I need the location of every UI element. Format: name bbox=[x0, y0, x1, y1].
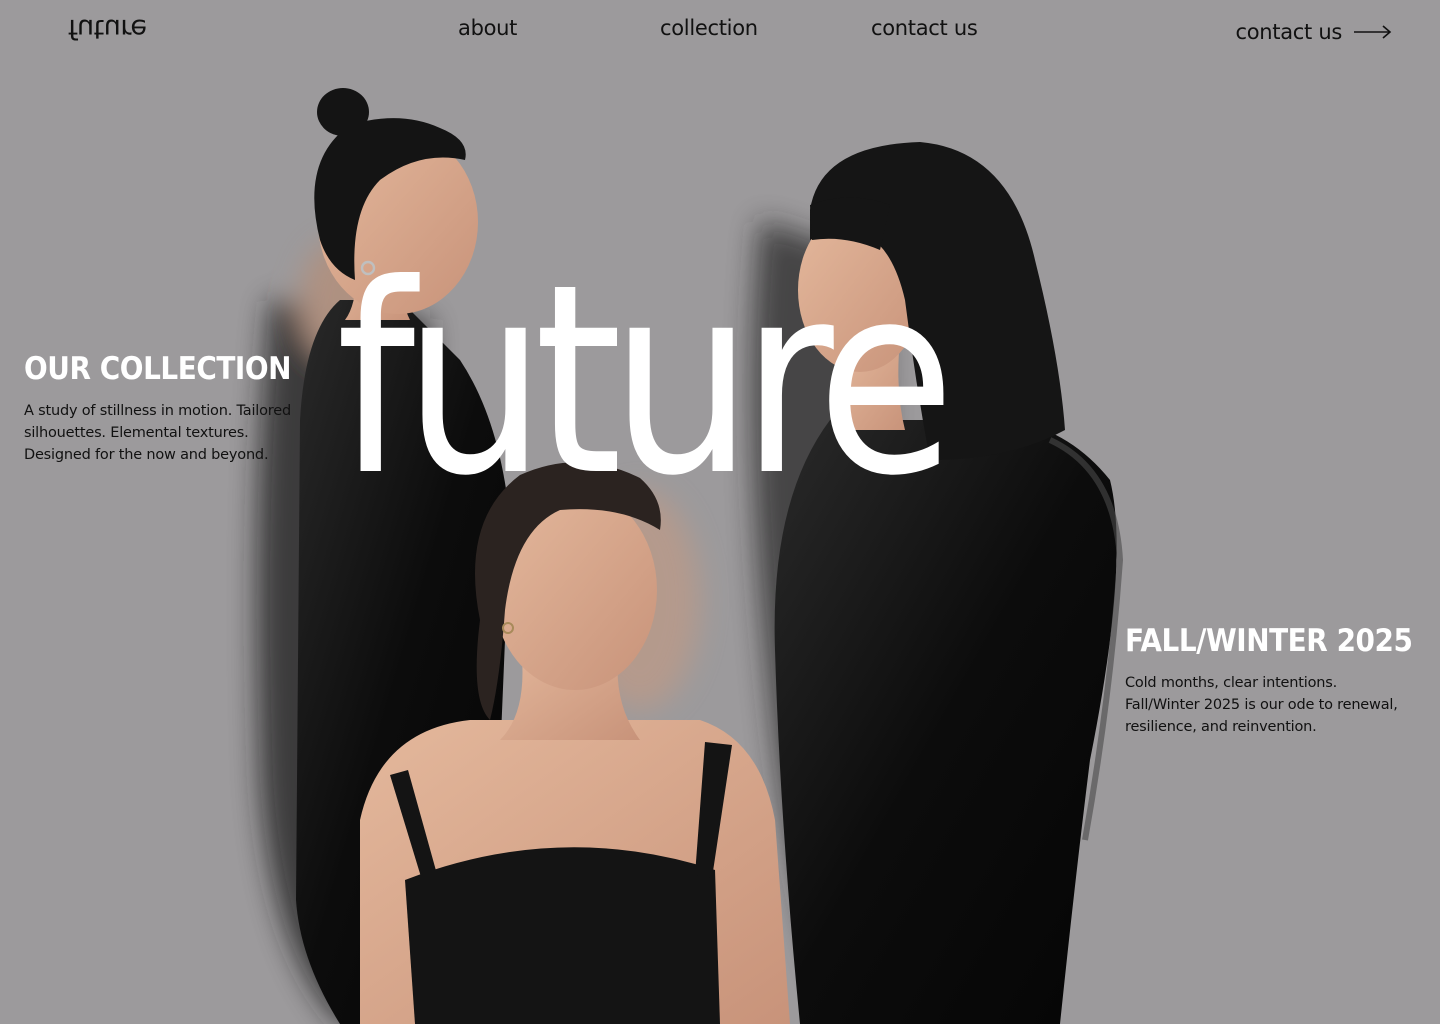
hero-headline: future bbox=[336, 228, 955, 533]
nav-about[interactable]: about bbox=[458, 18, 517, 39]
season-description: Cold months, clear intentions. Fall/Wint… bbox=[1125, 675, 1398, 736]
figure-middle-top bbox=[405, 847, 720, 1024]
contact-us-button[interactable]: contact us bbox=[1235, 20, 1392, 44]
collection-intro: OUR COLLECTION A study of stillness in m… bbox=[24, 352, 304, 466]
collection-description: A study of stillness in motion. Tailored… bbox=[24, 403, 291, 464]
season-title: FALL/WINTER 2025 bbox=[1125, 623, 1413, 659]
collection-title: OUR COLLECTION bbox=[24, 351, 292, 387]
arrow-right-icon bbox=[1354, 25, 1392, 39]
contact-us-label: contact us bbox=[1235, 20, 1342, 44]
nav-contact-us[interactable]: contact us bbox=[871, 18, 978, 39]
logo[interactable]: future bbox=[68, 13, 146, 44]
season-intro: FALL/WINTER 2025 Cold months, clear inte… bbox=[1125, 624, 1415, 738]
nav-collection[interactable]: collection bbox=[660, 18, 758, 39]
